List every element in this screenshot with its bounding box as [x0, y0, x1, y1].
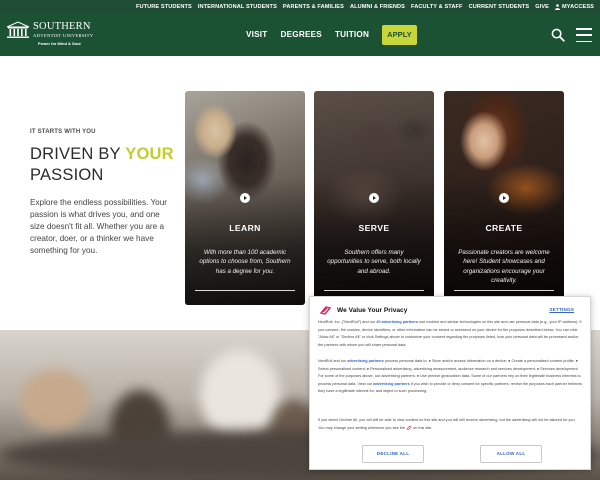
play-icon[interactable]	[369, 193, 379, 203]
hero-title-post: PASSION	[30, 166, 104, 184]
apply-button[interactable]: APPLY	[382, 25, 417, 45]
consent-paragraph-2: NextRoll and our advertising partners pr…	[318, 358, 583, 396]
nav-tuition[interactable]: TUITION	[335, 25, 369, 45]
card-divider	[195, 289, 295, 291]
consent-paragraph-1: NextRoll, Inc. ("NextRoll") and our 20 a…	[318, 319, 583, 349]
card-learn[interactable]: LEARN With more than 100 academic option…	[185, 91, 305, 305]
university-logo[interactable]: SOUTHERN ADVENTIST UNIVERSITY Power for …	[6, 17, 106, 51]
cookie-consent-dialog: We Value Your Privacy SETTINGS NextRoll,…	[309, 296, 591, 470]
utility-link-give[interactable]: GIVE	[535, 4, 549, 10]
card-divider	[454, 289, 554, 291]
myaccess-label: MYACCESS	[562, 4, 594, 10]
main-nav: SOUTHERN ADVENTIST UNIVERSITY Power for …	[0, 14, 600, 56]
consent-text: NextRoll and our	[318, 359, 348, 363]
user-icon	[555, 4, 560, 10]
logo-tagline: Power for Mind & Soul	[38, 41, 81, 46]
advertising-partners-link[interactable]: advertising partners	[373, 382, 410, 386]
card-title: LEARN	[229, 223, 261, 233]
card-description: Southern offers many opportunities to se…	[327, 249, 421, 275]
building-logo-icon	[6, 21, 30, 38]
hero-eyebrow: IT STARTS WITH YOU	[30, 129, 96, 135]
card-description: Passionate creators are welcome here! St…	[458, 249, 550, 285]
card-title: CREATE	[485, 223, 523, 233]
utility-link-current-students[interactable]: CURRENT STUDENTS	[469, 4, 530, 10]
consent-text: on this site.	[412, 425, 433, 430]
play-icon[interactable]	[499, 193, 509, 203]
advertising-partners-link[interactable]: 20 advertising partners	[376, 320, 418, 324]
utility-link-international-students[interactable]: INTERNATIONAL STUDENTS	[198, 4, 277, 10]
hero-title: DRIVEN BY YOUR PASSION	[30, 144, 180, 186]
utility-link-alumni-friends[interactable]: ALUMNI & FRIENDS	[350, 4, 405, 10]
consent-text: NextRoll, Inc. ("NextRoll") and our	[318, 320, 377, 324]
decline-all-button[interactable]: DECLINE ALL	[362, 445, 424, 463]
hero-title-pre: DRIVEN BY	[30, 145, 126, 163]
consent-settings-link[interactable]: SETTINGS	[549, 307, 574, 312]
card-divider	[324, 289, 424, 291]
nextroll-logo-icon	[320, 306, 331, 315]
card-create[interactable]: CREATE Passionate creators are welcome h…	[444, 91, 564, 305]
primary-nav: VISIT DEGREES TUITION APPLY	[246, 25, 417, 45]
myaccess-link[interactable]: MYACCESS	[555, 4, 594, 10]
logo-name: SOUTHERN	[33, 21, 91, 32]
utility-bar: FUTURE STUDENTS INTERNATIONAL STUDENTS P…	[0, 0, 600, 14]
utility-link-parents-families[interactable]: PARENTS & FAMILIES	[283, 4, 344, 10]
play-icon[interactable]	[240, 193, 250, 203]
advertising-partners-link[interactable]: advertising partners	[347, 359, 384, 363]
consent-title: We Value Your Privacy	[337, 307, 408, 314]
logo-subtitle: ADVENTIST UNIVERSITY	[33, 33, 94, 38]
hero-title-accent: YOUR	[125, 145, 174, 163]
consent-text: If you select Decline All, you will stil…	[318, 418, 576, 430]
consent-paragraph-3: If you select Decline All, you will stil…	[318, 417, 583, 432]
hamburger-menu-icon[interactable]	[576, 28, 592, 42]
card-description: With more than 100 academic options to c…	[199, 249, 291, 275]
search-icon[interactable]	[551, 28, 565, 42]
utility-link-future-students[interactable]: FUTURE STUDENTS	[136, 4, 192, 10]
utility-link-faculty-staff[interactable]: FACULTY & STAFF	[411, 4, 463, 10]
allow-all-button[interactable]: ALLOW ALL	[480, 445, 542, 463]
card-serve[interactable]: SERVE Southern offers many opportunities…	[314, 91, 434, 305]
hero-body: Explore the endless possibilities. Your …	[30, 198, 167, 255]
nav-visit[interactable]: VISIT	[246, 25, 267, 45]
nav-degrees[interactable]: DEGREES	[280, 25, 321, 45]
card-title: SERVE	[358, 223, 390, 233]
